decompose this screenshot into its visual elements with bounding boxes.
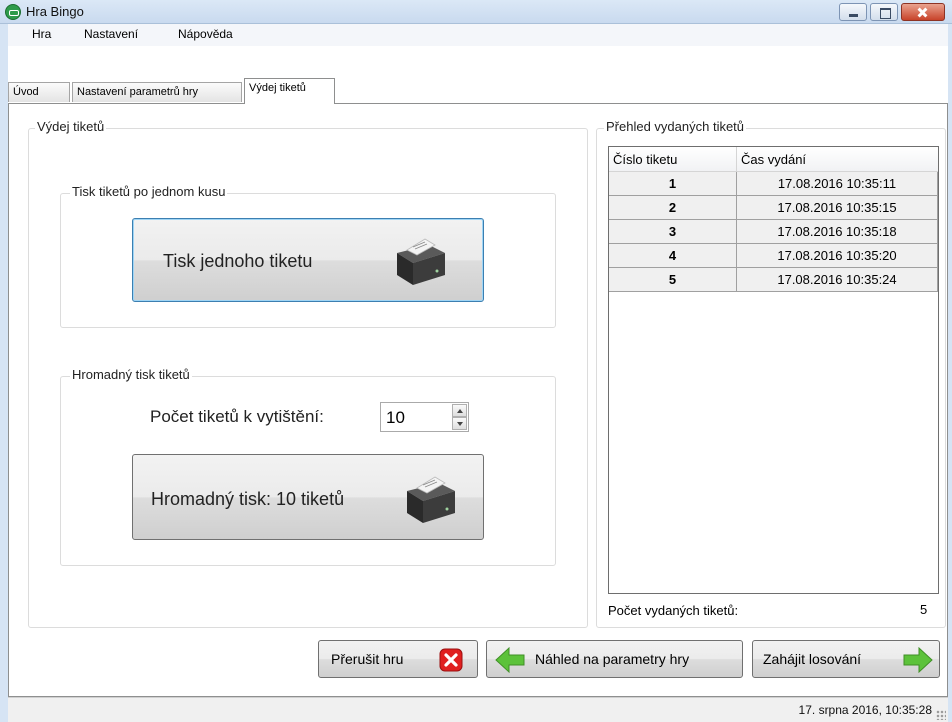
printer-icon xyxy=(397,238,445,285)
ticket-issue-panel-title: Výdej tiketů xyxy=(35,119,107,134)
table-row[interactable]: 5 17.08.2016 10:35:24 xyxy=(609,268,938,292)
maximize-button[interactable] xyxy=(870,3,898,21)
bulk-print-group-title: Hromadný tisk tiketů xyxy=(70,367,192,382)
tickets-overview-title: Přehled vydaných tiketů xyxy=(604,119,747,134)
preview-parameters-button[interactable]: Náhled na parametry hry xyxy=(486,640,743,678)
ticket-count-value[interactable]: 10 xyxy=(386,408,405,428)
tab-label: Úvod xyxy=(13,86,39,98)
column-header-time[interactable]: Čas vydání xyxy=(737,147,938,172)
start-draw-label: Zahájit losování xyxy=(763,651,862,667)
window-frame-right xyxy=(948,24,952,722)
status-datetime: 17. srpna 2016, 10:35:28 xyxy=(798,703,932,717)
app-icon xyxy=(5,4,21,20)
resize-grip[interactable] xyxy=(936,710,946,720)
printer-icon xyxy=(407,476,455,523)
ticket-time: 17.08.2016 10:35:24 xyxy=(737,268,938,292)
menu-hra[interactable]: Hra xyxy=(32,27,51,41)
tab-label: Výdej tiketů xyxy=(249,82,306,94)
menu-napoveda[interactable]: Nápověda xyxy=(178,27,233,41)
green-left-arrow-icon xyxy=(495,647,525,673)
issued-count-label: Počet vydaných tiketů: xyxy=(608,603,739,618)
stepper-buttons xyxy=(452,404,467,430)
title-bar: Hra Bingo xyxy=(0,0,952,24)
print-single-button[interactable]: Tisk jednoho tiketu xyxy=(132,218,484,302)
ticket-number: 4 xyxy=(609,244,737,268)
single-print-group-title: Tisk tiketů po jednom kusu xyxy=(70,184,228,199)
ticket-time: 17.08.2016 10:35:15 xyxy=(737,196,938,220)
minimize-button[interactable] xyxy=(839,3,867,21)
table-row[interactable]: 3 17.08.2016 10:35:18 xyxy=(609,220,938,244)
tab-nastaveni-parametru[interactable]: Nastavení parametrů hry xyxy=(72,82,242,102)
table-row[interactable]: 2 17.08.2016 10:35:15 xyxy=(609,196,938,220)
issued-count-value: 5 xyxy=(920,602,928,617)
tab-uvod[interactable]: Úvod xyxy=(8,82,70,102)
stepper-up-button[interactable] xyxy=(452,404,467,417)
abort-game-button[interactable]: Přerušit hru xyxy=(318,640,478,678)
window-frame-left xyxy=(0,24,8,722)
ticket-number: 5 xyxy=(609,268,737,292)
close-button[interactable] xyxy=(901,3,945,21)
ticket-time: 17.08.2016 10:35:11 xyxy=(737,172,938,196)
ticket-time: 17.08.2016 10:35:20 xyxy=(737,244,938,268)
menu-nastaveni[interactable]: Nastavení xyxy=(84,27,138,41)
tab-label: Nastavení parametrů hry xyxy=(77,86,199,98)
print-bulk-button[interactable]: Hromadný tisk: 10 tiketů xyxy=(132,454,484,540)
table-row[interactable]: 4 17.08.2016 10:35:20 xyxy=(609,244,938,268)
ticket-number: 1 xyxy=(609,172,737,196)
column-header-number[interactable]: Číslo tiketu xyxy=(609,147,737,172)
preview-parameters-label: Náhled na parametry hry xyxy=(535,651,690,667)
print-single-label: Tisk jednoho tiketu xyxy=(163,251,313,271)
abort-game-label: Přerušit hru xyxy=(331,651,404,667)
green-right-arrow-icon xyxy=(903,647,933,673)
table-row[interactable]: 1 17.08.2016 10:35:11 xyxy=(609,172,938,196)
table-header: Číslo tiketu Čas vydání xyxy=(609,147,938,172)
tickets-table[interactable]: Číslo tiketu Čas vydání 1 17.08.2016 10:… xyxy=(608,146,939,594)
ticket-number: 2 xyxy=(609,196,737,220)
start-draw-button[interactable]: Zahájit losování xyxy=(752,640,940,678)
ticket-count-stepper[interactable]: 10 xyxy=(380,402,469,432)
menu-bar: Hra Nastavení Nápověda xyxy=(8,24,948,46)
ticket-number: 3 xyxy=(609,220,737,244)
window-title: Hra Bingo xyxy=(26,4,84,19)
print-bulk-label: Hromadný tisk: 10 tiketů xyxy=(151,489,345,509)
tab-vydej-tiketu[interactable]: Výdej tiketů xyxy=(244,78,335,104)
stepper-down-button[interactable] xyxy=(452,417,467,430)
red-x-icon xyxy=(439,648,463,672)
ticket-count-label: Počet tiketů k vytištění: xyxy=(150,407,324,426)
status-bar: 17. srpna 2016, 10:35:28 xyxy=(8,697,948,722)
ticket-time: 17.08.2016 10:35:18 xyxy=(737,220,938,244)
